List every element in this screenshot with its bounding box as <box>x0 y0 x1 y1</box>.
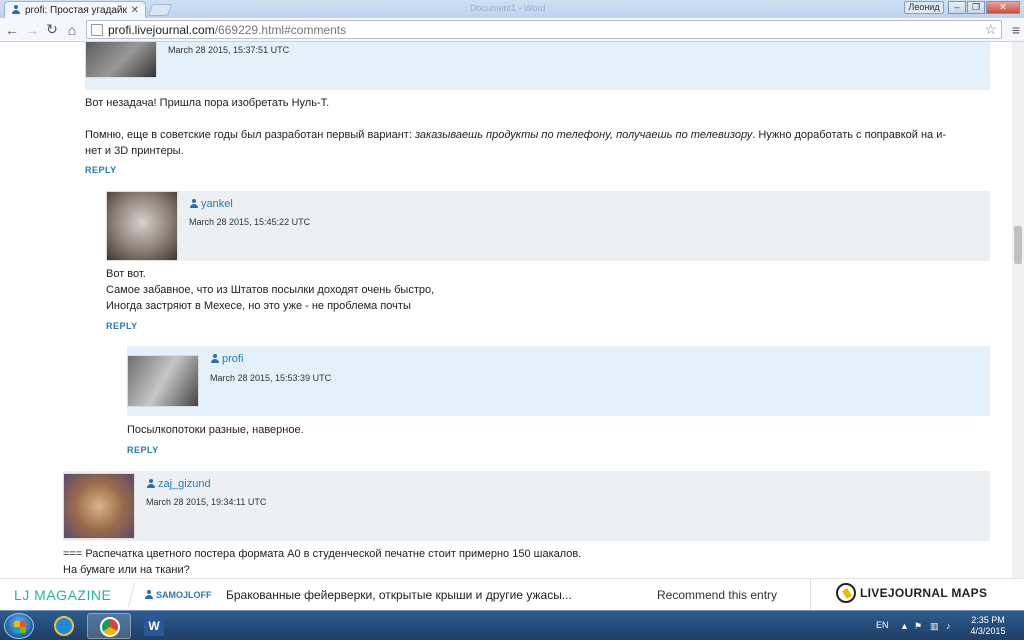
comment-date: March 28 2015, 15:53:39 UTC <box>210 373 332 383</box>
comment-line: Иногда застряют в Мехесе, но это уже - н… <box>106 300 411 312</box>
author-label: SAMOJLOFF <box>156 590 212 600</box>
back-arrow-icon[interactable]: ← <box>2 22 22 38</box>
address-bar[interactable]: profi.livejournal.com /669229.html#comme… <box>86 20 1002 39</box>
comment-line: Вот незадача! Пришла пора изобретать Нул… <box>85 97 330 109</box>
tab-favicon-user-icon <box>11 5 21 15</box>
comment-text: Посылкопотоки разные, наверное. <box>127 422 987 438</box>
menu-icon[interactable]: ≡ <box>1012 22 1020 38</box>
tab-close-icon[interactable]: ✕ <box>131 5 139 16</box>
window-titlebar: profi: Простая угадайка ✕ Document1 - Wo… <box>0 0 1024 18</box>
comment-text: === Распечатка цветного постера формата … <box>63 546 983 578</box>
forward-arrow-icon[interactable]: → <box>22 22 42 38</box>
magazine-headline-link[interactable]: Бракованные фейерверки, открытые крыши и… <box>226 588 572 602</box>
action-center-flag-icon[interactable]: ⚑ <box>914 621 924 631</box>
user-icon <box>146 479 156 489</box>
username-profi[interactable]: profi <box>210 353 243 365</box>
username-label: profi <box>222 353 244 365</box>
maximize-button[interactable]: ❐ <box>967 1 985 14</box>
divider <box>120 583 136 607</box>
page-icon <box>91 23 103 36</box>
language-indicator[interactable]: EN <box>876 620 889 630</box>
windows-logo-icon <box>14 621 26 633</box>
avatar[interactable] <box>63 473 135 539</box>
browser-toolbar: ← → ↻ ⌂ profi.livejournal.com /669229.ht… <box>0 18 1024 42</box>
lj-bottom-bar: LJ MAGAZINE SAMOJLOFF Бракованные фейерв… <box>0 578 1024 611</box>
divider <box>810 579 811 611</box>
clock-time: 2:35 PM <box>971 615 1005 625</box>
reply-link[interactable]: REPLY <box>85 165 117 175</box>
lj-logo-text: LIVEJOURNAL MAPS <box>860 586 988 600</box>
reply-link[interactable]: REPLY <box>127 445 159 455</box>
comment-text: Вот вот. Самое забавное, что из Штатов п… <box>106 266 986 314</box>
tab-title: profi: Простая угадайка <box>25 4 127 16</box>
comment-date: March 28 2015, 15:45:22 UTC <box>189 217 311 227</box>
home-icon[interactable]: ⌂ <box>62 22 82 38</box>
user-icon <box>189 199 199 209</box>
comment-text-tail: . Нужно доработать с поправкой на и- <box>752 129 947 141</box>
comment-text-plain: Помню, еще в советские годы был разработ… <box>85 129 415 141</box>
avatar[interactable] <box>85 42 157 78</box>
clock-date: 4/3/2015 <box>970 626 1006 636</box>
scrollbar-thumb[interactable] <box>1014 226 1022 264</box>
reload-icon[interactable]: ↻ <box>42 21 62 38</box>
word-icon: W <box>144 616 164 636</box>
vertical-scrollbar[interactable] <box>1012 42 1024 578</box>
reply-link[interactable]: REPLY <box>106 321 138 331</box>
avatar-cat[interactable] <box>106 191 178 261</box>
comment-line: Самое забавное, что из Штатов посылки до… <box>106 284 435 296</box>
livejournal-maps-logo[interactable]: LIVEJOURNAL MAPS <box>836 583 987 603</box>
url-host: profi.livejournal.com <box>108 22 215 37</box>
username-yankel[interactable]: yankel <box>189 198 233 210</box>
new-tab-button[interactable] <box>147 4 173 16</box>
comment-header: March 28 2015, 15:37:51 UTC <box>85 42 990 90</box>
tab-profi[interactable]: profi: Простая угадайка ✕ <box>4 1 146 18</box>
bookmark-star-icon[interactable]: ☆ <box>984 21 997 38</box>
start-button[interactable] <box>4 613 34 639</box>
volume-icon[interactable]: ♪ <box>946 621 956 631</box>
taskbar-internet-explorer[interactable] <box>42 613 86 639</box>
username-label: zaj_gizund <box>158 478 211 490</box>
livejournal-pencil-icon <box>836 583 856 603</box>
chrome-icon <box>100 617 120 637</box>
username-zaj-gizund[interactable]: zaj_gizund <box>146 478 211 490</box>
system-clock[interactable]: 2:35 PM 4/3/2015 <box>966 615 1010 637</box>
close-window-button[interactable]: ✕ <box>986 1 1020 14</box>
windows-taskbar: W EN ▲ ⚑ ▥ ♪ 2:35 PM 4/3/2015 <box>0 610 1024 640</box>
taskbar-chrome[interactable] <box>87 613 131 639</box>
user-icon <box>144 590 154 600</box>
network-icon[interactable]: ▥ <box>930 621 940 631</box>
comment-text-italic: заказываешь продукты по телефону, получа… <box>414 129 753 141</box>
lj-magazine-label[interactable]: LJ MAGAZINE <box>14 587 111 603</box>
avatar[interactable] <box>127 355 199 407</box>
comment-line: Посылкопотоки разные, наверное. <box>127 424 304 436</box>
minimize-button[interactable]: – <box>948 1 966 14</box>
comment-date: March 28 2015, 15:37:51 UTC <box>168 45 290 55</box>
comment-text: Вот незадача! Пришла пора изобретать Нул… <box>85 95 985 159</box>
tray-up-arrow-icon[interactable]: ▲ <box>900 621 910 631</box>
taskbar-word[interactable]: W <box>132 613 176 639</box>
comment-line: Помню, еще в советские годы был разработ… <box>85 127 985 143</box>
comment-line: На бумаге или на ткани? <box>63 564 190 576</box>
recommend-entry-link[interactable]: Recommend this entry <box>657 588 777 602</box>
username-label: yankel <box>201 198 233 210</box>
comment-line: Вот вот. <box>106 268 146 280</box>
user-icon <box>210 354 220 364</box>
comment-line: === Распечатка цветного постера формата … <box>63 548 582 560</box>
internet-explorer-icon <box>54 616 74 636</box>
window-ghost-title: Document1 - Word <box>470 3 546 13</box>
comment-line: нет и 3D принтеры. <box>85 145 184 157</box>
comment-header: profi March 28 2015, 15:53:39 UTC <box>127 346 990 416</box>
profile-chip[interactable]: Леонид <box>904 1 944 14</box>
url-path: /669229.html#comments <box>214 22 347 37</box>
comment-header: zaj_gizund March 28 2015, 19:34:11 UTC <box>63 471 990 541</box>
comment-date: March 28 2015, 19:34:11 UTC <box>146 497 267 507</box>
comment-header: yankel March 28 2015, 15:45:22 UTC <box>106 191 990 261</box>
magazine-author[interactable]: SAMOJLOFF <box>144 590 212 600</box>
page-content: March 28 2015, 15:37:51 UTC Вот незадача… <box>0 42 1012 578</box>
